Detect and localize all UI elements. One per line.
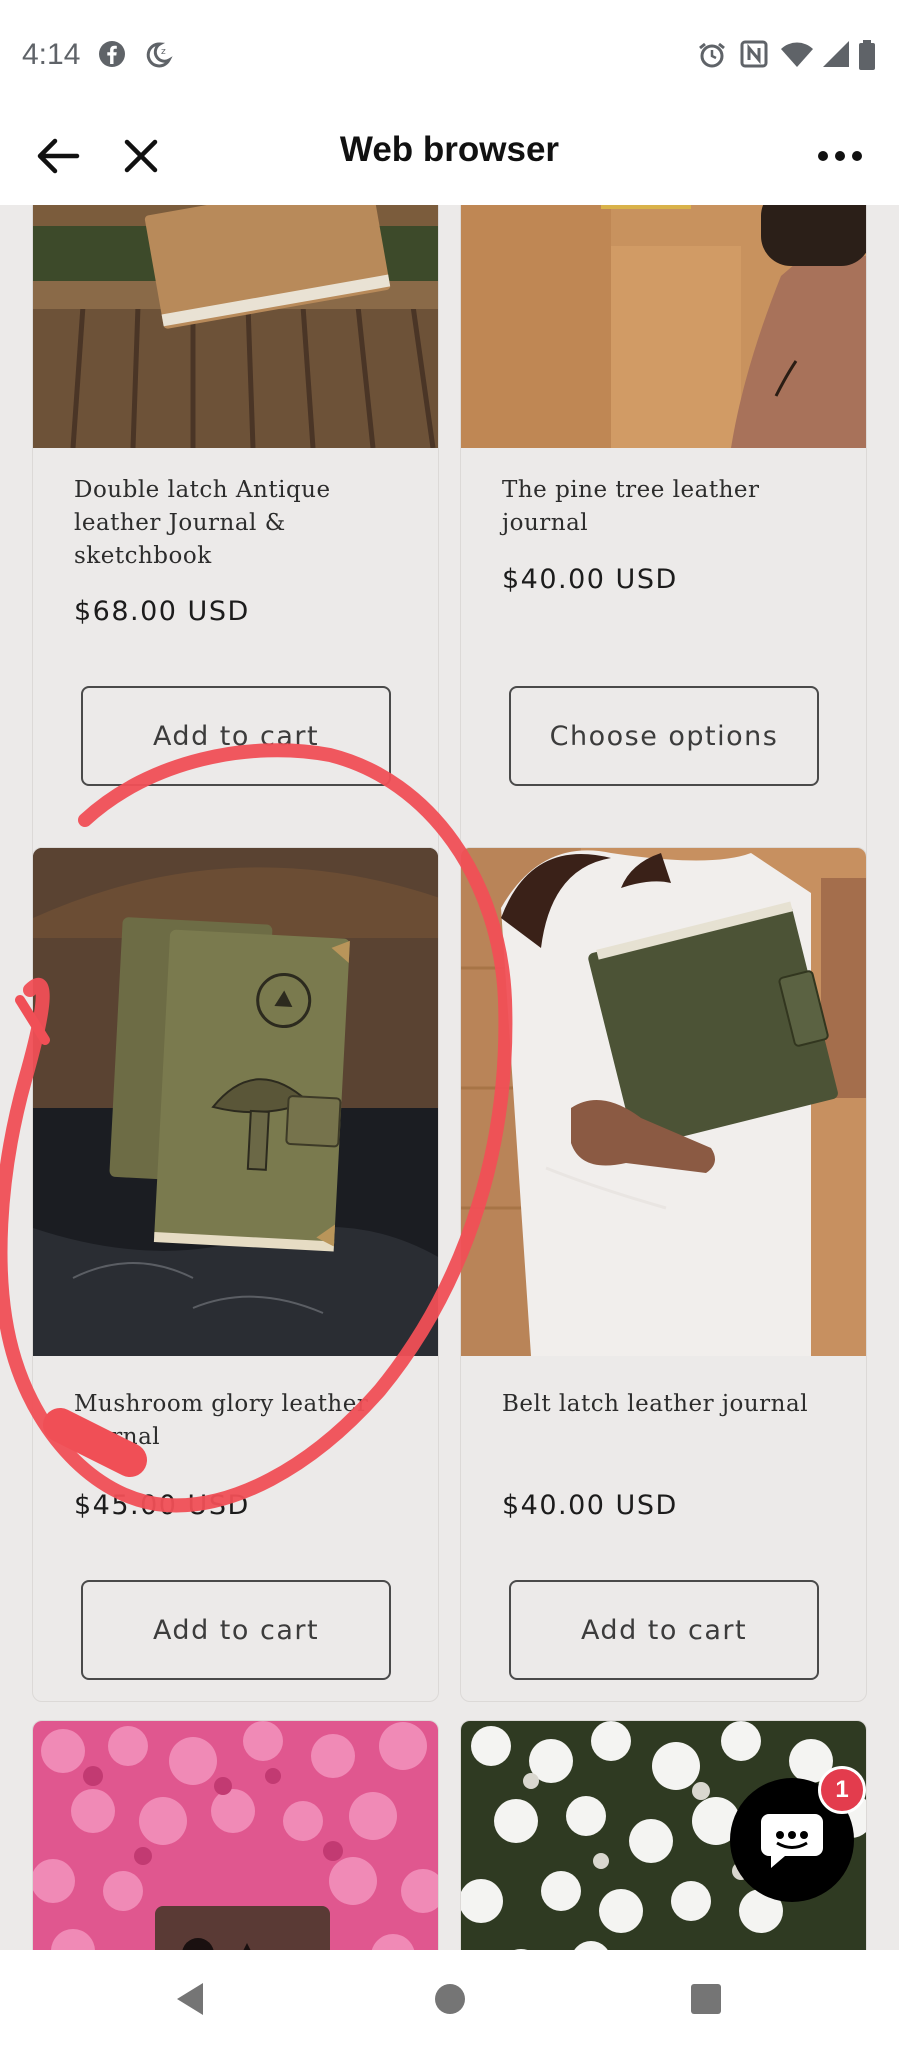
nav-home-button[interactable] xyxy=(425,1974,475,2024)
nav-back-button[interactable] xyxy=(165,1974,215,2024)
product-image[interactable] xyxy=(461,205,866,448)
more-horizontal-icon xyxy=(818,151,862,161)
product-title[interactable]: Belt latch leather journal xyxy=(502,1388,822,1421)
add-to-cart-button[interactable]: Add to cart xyxy=(81,1580,391,1680)
product-image[interactable] xyxy=(33,848,438,1356)
svg-text:z: z xyxy=(161,47,166,57)
nfc-icon xyxy=(740,40,768,72)
page-title: Web browser xyxy=(339,130,560,169)
product-price: $45.00 USD xyxy=(74,1490,250,1521)
back-triangle-icon xyxy=(177,1983,203,2015)
add-to-cart-button[interactable]: Add to cart xyxy=(509,1580,819,1680)
chat-notification-badge: 1 xyxy=(818,1766,866,1814)
product-title[interactable]: Double latch Antique leather Journal & s… xyxy=(74,474,394,573)
add-to-cart-button[interactable]: Add to cart xyxy=(81,686,391,786)
home-circle-icon xyxy=(435,1984,465,2014)
product-image[interactable] xyxy=(461,848,866,1356)
recents-square-icon xyxy=(691,1984,721,2014)
wifi-icon xyxy=(780,40,814,72)
product-price: $40.00 USD xyxy=(502,564,678,595)
product-price: $40.00 USD xyxy=(502,1490,678,1521)
system-nav-bar xyxy=(0,1950,899,2048)
nav-recents-button[interactable] xyxy=(681,1974,731,2024)
product-title[interactable]: Mushroom glory leather journal xyxy=(74,1388,394,1454)
do-not-disturb-icon: z xyxy=(143,40,173,74)
product-image[interactable] xyxy=(33,1721,438,1950)
product-card[interactable]: Mushroom glory leather journal $45.00 US… xyxy=(32,847,439,1702)
product-card[interactable]: Belt latch leather journal $40.00 USD Ad… xyxy=(460,847,867,1702)
signal-icon xyxy=(822,40,850,72)
product-price: $68.00 USD xyxy=(74,596,250,627)
product-title[interactable]: The pine tree leather journal xyxy=(502,474,822,540)
alarm-icon xyxy=(697,40,727,74)
product-card[interactable] xyxy=(32,1720,439,1950)
product-grid: Double latch Antique leather Journal & s… xyxy=(0,205,899,1950)
status-time: 4:14 xyxy=(22,38,81,71)
browser-app-bar: Web browser xyxy=(0,110,899,205)
facebook-icon xyxy=(98,40,126,72)
battery-icon xyxy=(858,40,876,74)
more-menu-button[interactable] xyxy=(812,128,868,184)
choose-options-button[interactable]: Choose options xyxy=(509,686,819,786)
app-root: 4:14 z Web browser Double latch Antique … xyxy=(0,0,899,2048)
product-image[interactable] xyxy=(33,205,438,448)
chat-bubble-icon xyxy=(761,1814,823,1868)
status-bar: 4:14 z xyxy=(0,0,899,110)
